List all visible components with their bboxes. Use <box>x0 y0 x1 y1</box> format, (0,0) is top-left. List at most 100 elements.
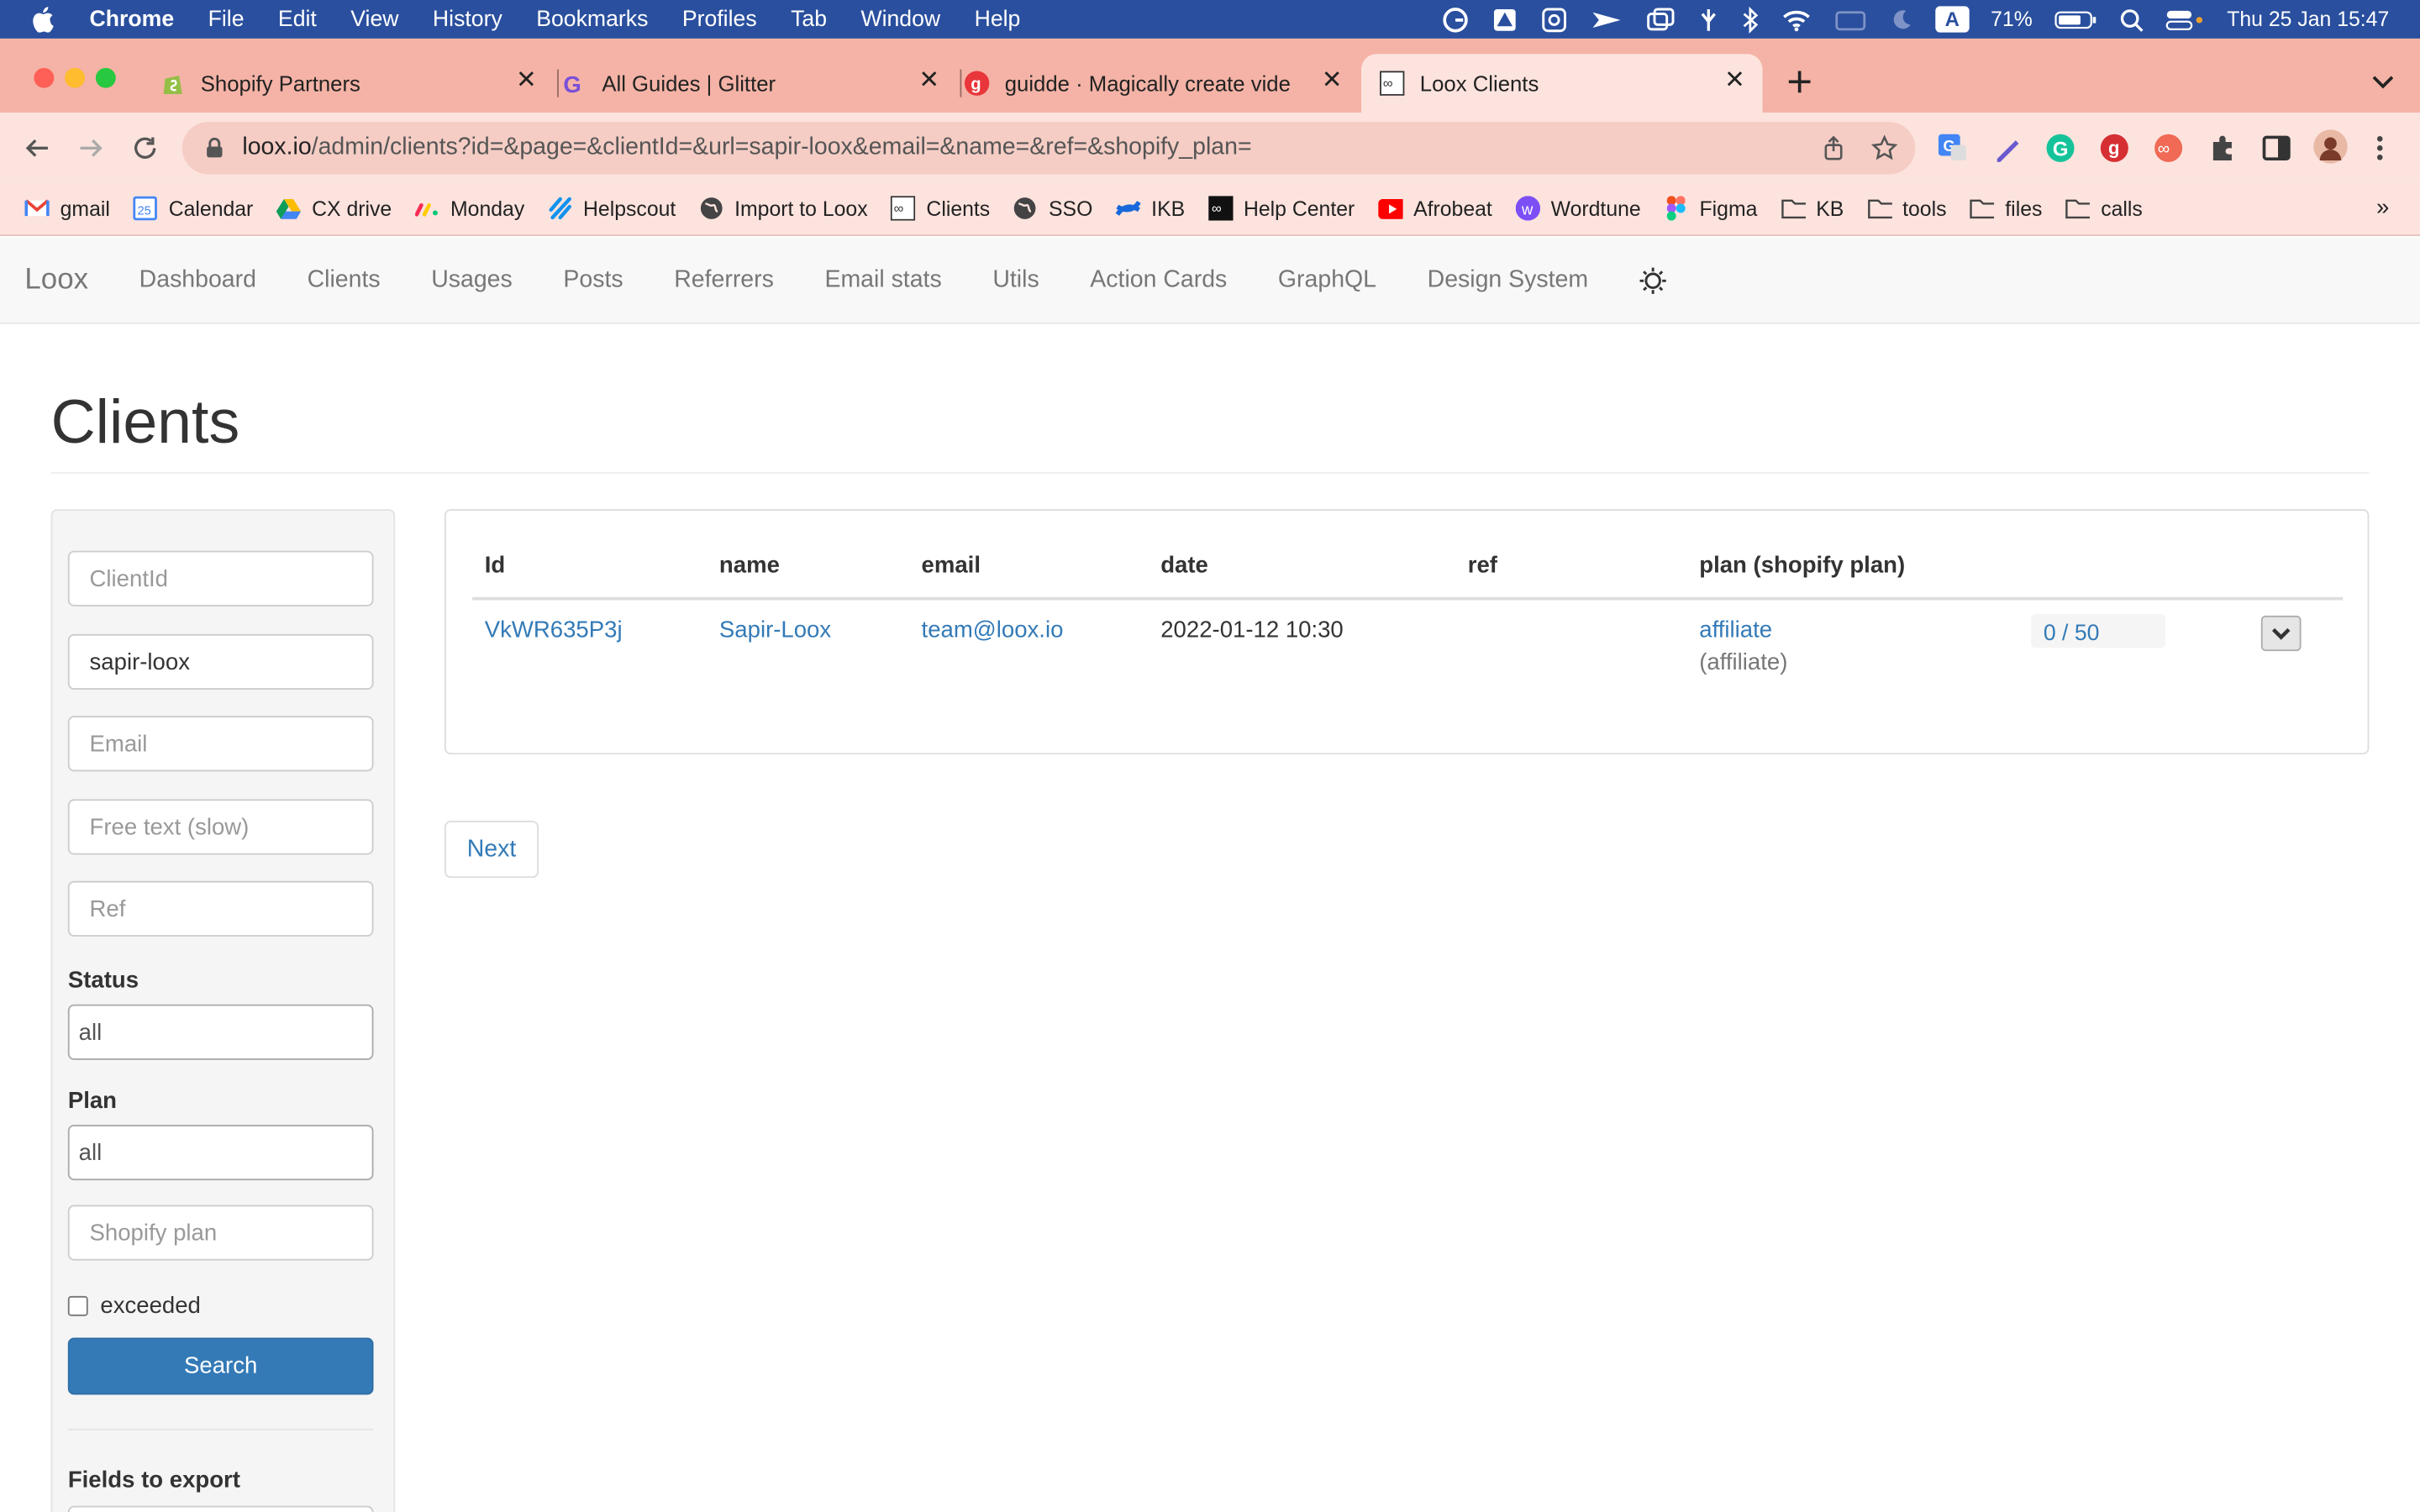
bookmark-import-to-loox[interactable]: Import to Loox <box>699 196 868 220</box>
exceeded-checkbox[interactable] <box>67 1295 88 1316</box>
menubar-clock[interactable]: Thu 25 Jan 15:47 <box>2227 8 2389 31</box>
side-panel-icon[interactable] <box>2261 133 2292 164</box>
exceeded-checkbox-row[interactable]: exceeded <box>67 1293 201 1319</box>
tab-close-icon[interactable]: ✕ <box>917 69 941 94</box>
menu-tab[interactable]: Tab <box>791 7 827 31</box>
wifi-icon[interactable] <box>1781 7 1812 31</box>
client-name-link[interactable]: Sapir-Loox <box>719 617 831 643</box>
pen-ext-icon[interactable] <box>1992 133 2023 164</box>
nav-posts[interactable]: Posts <box>563 266 623 294</box>
bookmarks-overflow-chevron[interactable]: » <box>2376 194 2389 220</box>
menu-profiles[interactable]: Profiles <box>682 7 757 31</box>
email-input[interactable]: Email <box>67 716 374 772</box>
tab-close-icon[interactable]: ✕ <box>1723 69 1747 94</box>
address-bar[interactable]: loox.io/admin/clients?id=&page=&clientId… <box>182 122 1916 175</box>
apple-icon[interactable] <box>31 0 68 39</box>
client-id-link[interactable]: VkWR635P3j <box>485 617 623 643</box>
tab-search-chevron-icon[interactable] <box>2370 71 2395 92</box>
url-input[interactable]: sapir-loox <box>67 633 374 690</box>
bookmark-folder-kb[interactable]: KB <box>1781 196 1844 220</box>
menu-edit[interactable]: Edit <box>278 7 317 31</box>
guidde-ext-icon[interactable]: g <box>2099 133 2130 164</box>
theme-toggle-sun-icon[interactable] <box>1639 266 1667 294</box>
nav-utils[interactable]: Utils <box>992 266 1039 294</box>
back-arrow-icon[interactable] <box>20 131 54 165</box>
bookmark-wordtune[interactable]: w Wordtune <box>1515 196 1641 221</box>
bookmark-calendar[interactable]: 25 Calendar <box>133 196 253 221</box>
bookmark-helpscout[interactable]: Helpscout <box>548 196 676 220</box>
nav-usages[interactable]: Usages <box>431 266 513 294</box>
fields-to-export-select[interactable] <box>67 1505 374 1512</box>
nav-action-cards[interactable]: Action Cards <box>1090 266 1227 294</box>
menu-window[interactable]: Window <box>860 7 940 31</box>
extensions-puzzle-icon[interactable] <box>2207 133 2238 164</box>
bookmark-afrobeat[interactable]: Afrobeat <box>1377 196 1492 220</box>
menu-file[interactable]: File <box>208 7 245 31</box>
at-status-icon[interactable] <box>1540 5 1568 33</box>
forward-arrow-icon[interactable] <box>74 131 108 165</box>
control-center-icon[interactable] <box>2165 7 2206 31</box>
nav-clients[interactable]: Clients <box>308 266 381 294</box>
grammarly-ext-icon[interactable]: G <box>2045 133 2076 164</box>
bookmark-sso[interactable]: SSO <box>1013 196 1092 220</box>
client-plan-link[interactable]: affiliate <box>1699 617 1787 643</box>
nav-referrers[interactable]: Referrers <box>674 266 774 294</box>
window-close-button[interactable] <box>34 67 55 88</box>
window-zoom-button[interactable] <box>95 67 116 88</box>
nav-dashboard[interactable]: Dashboard <box>139 266 256 294</box>
bookmark-folder-files[interactable]: files <box>1970 196 2042 220</box>
drive-status-icon[interactable] <box>1491 5 1518 33</box>
bookmark-folder-tools[interactable]: tools <box>1867 196 1947 220</box>
bookmark-star-icon[interactable] <box>1870 134 1898 162</box>
client-id-input[interactable]: ClientId <box>67 550 374 606</box>
nav-design-system[interactable]: Design System <box>1428 266 1588 294</box>
bookmark-cx-drive[interactable]: CX drive <box>276 196 392 220</box>
plane-status-icon[interactable] <box>1590 5 1623 33</box>
free-text-input[interactable]: Free text (slow) <box>67 799 374 855</box>
profile-avatar[interactable] <box>2313 129 2348 164</box>
menu-app-name[interactable]: Chrome <box>90 7 175 31</box>
reload-icon[interactable] <box>128 131 161 165</box>
next-page-button[interactable]: Next <box>444 821 539 879</box>
row-actions-dropdown[interactable] <box>2260 615 2302 652</box>
tab-close-icon[interactable]: ✕ <box>514 69 539 94</box>
bookmark-figma[interactable]: Figma <box>1664 196 1757 221</box>
nav-email-stats[interactable]: Email stats <box>824 266 941 294</box>
menu-history[interactable]: History <box>433 7 502 31</box>
menu-view[interactable]: View <box>350 7 398 31</box>
tab-guidde[interactable]: g guidde · Magically create vide ✕ <box>964 54 1360 113</box>
google-translate-ext-icon[interactable]: G <box>1937 133 1968 164</box>
bookmark-gmail[interactable]: gmail <box>24 196 110 220</box>
chrome-menu-dots-icon[interactable] <box>2374 133 2386 164</box>
input-source-icon[interactable]: A <box>1935 6 1970 33</box>
plan-select[interactable]: all <box>67 1124 374 1181</box>
windows-status-icon[interactable] <box>1645 5 1676 33</box>
nav-graphql[interactable]: GraphQL <box>1278 266 1376 294</box>
tab-all-guides-glitter[interactable]: G All Guides | Glitter ✕ <box>562 54 957 113</box>
ref-input[interactable]: Ref <box>67 880 374 937</box>
tab-loox-clients[interactable]: ∞ Loox Clients ✕ <box>1361 54 1763 113</box>
status-select[interactable]: all <box>67 1004 374 1060</box>
loox-ext-icon[interactable]: ∞ <box>2153 133 2184 164</box>
bookmark-folder-calls[interactable]: calls <box>2065 196 2143 220</box>
client-email-link[interactable]: team@loox.io <box>922 617 1064 643</box>
battery-icon[interactable] <box>2054 8 2097 30</box>
bookmark-monday[interactable]: Monday <box>414 196 524 220</box>
menu-bookmarks[interactable]: Bookmarks <box>536 7 648 31</box>
screen-mirror-icon[interactable] <box>1833 7 1867 31</box>
window-minimize-button[interactable] <box>65 67 86 88</box>
bookmark-ikb[interactable]: IKB <box>1115 196 1185 220</box>
bluetooth-icon[interactable] <box>1741 5 1760 34</box>
share-icon[interactable] <box>1821 135 1845 160</box>
grammarly-status-icon[interactable] <box>1441 5 1469 33</box>
brand-logo[interactable]: Loox <box>24 263 88 297</box>
shopify-plan-input[interactable]: Shopify plan <box>67 1205 374 1261</box>
fork-status-icon[interactable] <box>1697 5 1719 33</box>
tab-shopify-partners[interactable]: Shopify Partners ✕ <box>160 54 554 113</box>
lock-icon[interactable] <box>203 137 225 159</box>
menu-help[interactable]: Help <box>975 7 1021 31</box>
spotlight-search-icon[interactable] <box>2119 7 2144 31</box>
bookmark-help-center[interactable]: ∞ Help Center <box>1207 196 1355 221</box>
search-button[interactable]: Search <box>67 1337 374 1395</box>
bookmark-clients[interactable]: ∞ Clients <box>891 196 990 221</box>
